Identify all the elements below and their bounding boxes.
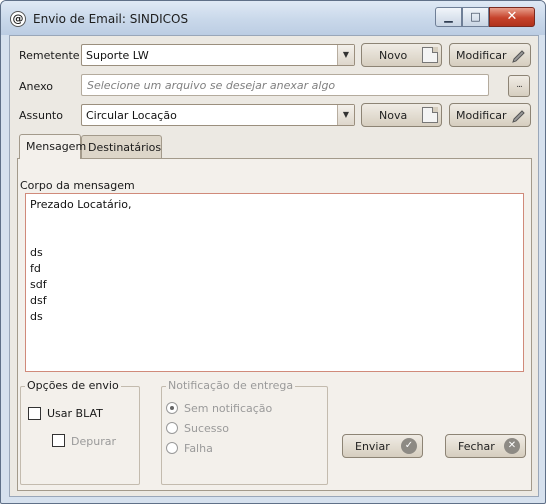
title-bar[interactable]: @ Envio de Email: SINDICOS ▁ □ ✕ [1,1,545,35]
sem-notificacao-label[interactable]: Sem notificação [184,402,272,415]
remetente-edit-button[interactable]: Modificar [449,43,531,67]
send-button[interactable]: Enviar ✓ [342,434,423,458]
depurar-label[interactable]: Depurar [71,435,116,448]
radio-falha[interactable] [166,442,178,454]
body-label: Corpo da mensagem [20,179,135,192]
send-label: Enviar [355,440,390,453]
message-line: Prezado Locatário, [30,198,132,211]
remetente-select[interactable]: Suporte LW ▼ [81,44,355,66]
message-line: sdf [30,278,47,291]
delivery-notification-group: Notificação de entrega Sem notificação S… [161,379,328,485]
message-line: ds [30,310,43,323]
close-button[interactable]: Fechar ✕ [445,434,526,458]
assunto-new-label: Nova [379,109,408,122]
tab-mensagem[interactable]: Mensagem [19,134,86,159]
window-title: Envio de Email: SINDICOS [33,12,189,26]
depurar-checkbox[interactable] [52,434,65,447]
at-sign-icon: @ [10,11,26,27]
pencil-icon [512,110,525,123]
usar-blat-checkbox[interactable] [28,407,41,420]
document-icon [422,47,438,63]
message-line: ds [30,246,43,259]
remetente-new-button[interactable]: Novo [361,43,442,67]
tab-destinatarios-label: Destinatários [88,141,162,154]
anexo-input[interactable] [82,75,488,95]
assunto-edit-button[interactable]: Modificar [449,103,531,127]
delivery-notification-label: Notificação de entrega [166,379,296,392]
radio-sem-notificacao[interactable] [166,402,178,414]
send-options-label: Opções de envio [25,379,121,392]
x-circle-icon: ✕ [504,438,520,454]
assunto-label: Assunto [19,109,63,122]
remetente-edit-label: Modificar [456,49,507,62]
document-icon [422,107,438,123]
maximize-button[interactable]: □ [462,7,489,27]
radio-sucesso[interactable] [166,422,178,434]
pencil-icon [512,50,525,63]
message-line: fd [30,262,41,275]
remetente-new-label: Novo [379,49,408,62]
minimize-button[interactable]: ▁ [435,7,462,27]
assunto-new-button[interactable]: Nova [361,103,442,127]
tab-mensagem-label: Mensagem [26,140,87,153]
remetente-value: Suporte LW [86,49,149,62]
tab-destinatarios[interactable]: Destinatários [81,135,162,159]
assunto-edit-label: Modificar [456,109,507,122]
browse-button[interactable]: ... [508,75,530,97]
email-window: @ Envio de Email: SINDICOS ▁ □ ✕ Remeten… [0,0,546,504]
client-area: Remetente Suporte LW ▼ Novo Modificar An… [9,35,539,497]
close-label: Fechar [458,440,495,453]
remetente-label: Remetente [19,49,80,62]
falha-label[interactable]: Falha [184,442,213,455]
send-options-group: Opções de envio Usar BLAT Depurar [20,379,140,485]
anexo-field[interactable] [81,74,489,96]
chevron-down-icon[interactable]: ▼ [337,105,354,125]
close-window-button[interactable]: ✕ [489,7,535,27]
usar-blat-label[interactable]: Usar BLAT [47,407,103,420]
tab-panel-mensagem: Corpo da mensagem Prezado Locatário, ds … [17,158,532,491]
message-line: dsf [30,294,47,307]
anexo-label: Anexo [19,80,53,93]
assunto-select[interactable]: Circular Locação ▼ [81,104,355,126]
sucesso-label[interactable]: Sucesso [184,422,229,435]
assunto-value: Circular Locação [86,109,177,122]
message-body-textarea[interactable]: Prezado Locatário, ds fd sdf dsf ds [25,193,524,372]
check-circle-icon: ✓ [401,438,417,454]
chevron-down-icon[interactable]: ▼ [337,45,354,65]
